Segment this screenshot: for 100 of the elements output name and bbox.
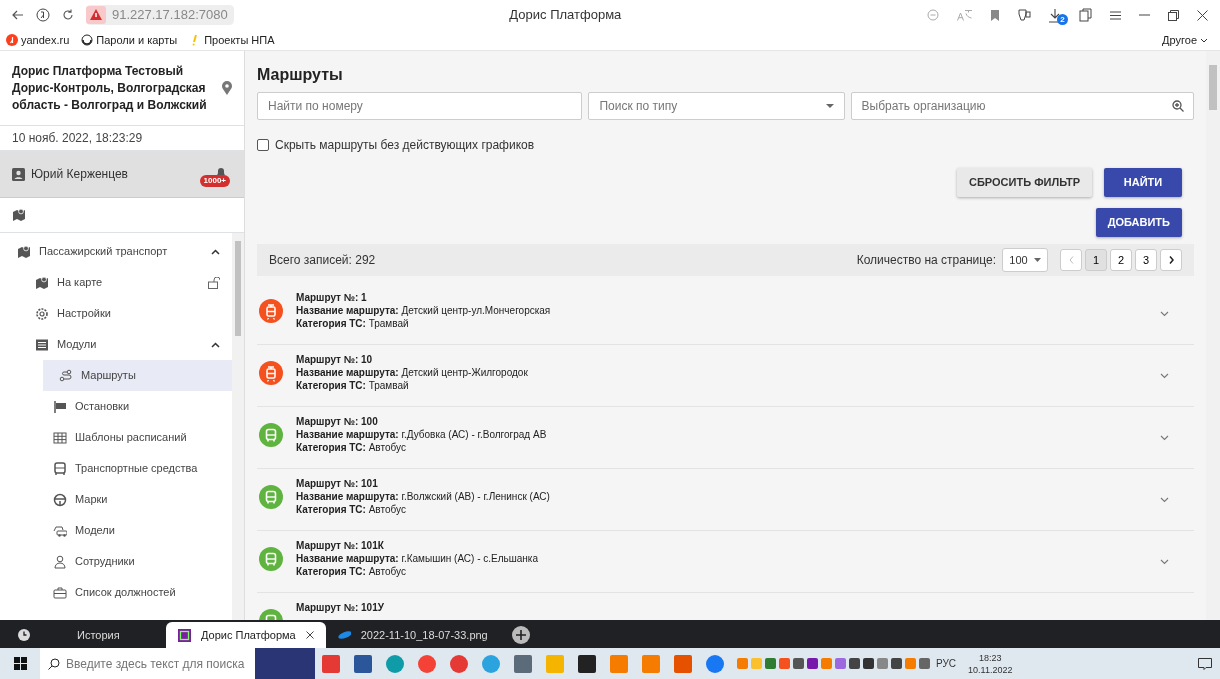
number-search-field[interactable]: Найти по номеру (257, 92, 583, 120)
zoom-in-icon[interactable] (1172, 100, 1184, 112)
bell-icon[interactable] (216, 166, 226, 177)
scrollbar[interactable] (1206, 51, 1220, 620)
route-detail: Название маршрута: г.Волжский (АВ) - г.Ленинск (АС) (296, 490, 551, 503)
chevron-down-icon (1200, 37, 1208, 43)
key-circle-icon (81, 34, 94, 46)
restore-icon[interactable] (1168, 9, 1179, 21)
page-size-label: Количество на странице: (856, 252, 996, 269)
menu-item[interactable]: Маршруты (43, 360, 232, 391)
warning-icon (86, 6, 106, 24)
hide-routes-checkbox[interactable]: Скрыть маршруты без действующих графиков (257, 136, 535, 154)
new-tab-icon[interactable] (511, 626, 530, 644)
menu-item[interactable]: Модели (0, 515, 232, 546)
taskbar-clock[interactable]: 18:23 10.11.2022 (968, 651, 1013, 676)
tray-icon[interactable] (765, 658, 776, 669)
unlocked-lock-icon[interactable] (208, 276, 220, 289)
browser-tab[interactable]: 2022-11-10_18-07-33.png (325, 622, 500, 648)
steering-wheel-icon (53, 492, 67, 507)
reset-filter-button[interactable]: СБРОСИТЬ ФИЛЬТР (957, 168, 1092, 197)
scrollbar[interactable] (232, 233, 244, 620)
vpn-app-icon[interactable] (674, 654, 692, 673)
menu-item[interactable]: Настройки (0, 298, 232, 329)
scrollbar-thumb[interactable] (235, 241, 241, 336)
map-icon[interactable] (12, 208, 26, 222)
menu-icon[interactable] (1110, 10, 1121, 20)
menu-item[interactable]: Модули (0, 329, 232, 360)
app-icon[interactable] (610, 654, 628, 673)
yandex-browser-icon[interactable] (450, 654, 468, 673)
reload-icon[interactable] (62, 9, 74, 21)
browser-tab[interactable]: История (6, 622, 166, 648)
tray-icon[interactable] (863, 658, 874, 669)
user-panel[interactable]: Юрий Керженцев 1000+ (0, 151, 244, 198)
expand-chevron-icon[interactable] (1160, 373, 1169, 379)
next-page-button[interactable] (1160, 249, 1182, 271)
route-detail: Категория ТС: Автобус (296, 441, 407, 454)
tram-icon (259, 361, 283, 385)
add-button[interactable]: ДОБАВИТЬ (1095, 208, 1182, 237)
translate-icon[interactable] (957, 9, 973, 21)
lamp-icon[interactable] (1017, 8, 1031, 22)
yandex-app-icon[interactable] (418, 654, 436, 673)
tray-icon[interactable] (807, 658, 818, 669)
windows-start-icon[interactable] (13, 657, 27, 670)
calculator-app-icon[interactable] (514, 654, 532, 673)
menu-item[interactable]: Шаблоны расписаний (0, 422, 232, 453)
page-size-select[interactable]: 100 (1002, 248, 1048, 272)
page-button[interactable]: 3 (1135, 249, 1157, 271)
chevron-right-icon (1168, 256, 1174, 264)
bookmark-link[interactable]: Пароли и карты (81, 31, 178, 49)
menu-item[interactable]: Пассажирский транспорт (0, 236, 232, 267)
tray-icon[interactable] (891, 658, 902, 669)
type-select[interactable]: Поиск по типу (588, 92, 845, 120)
expand-chevron-icon[interactable] (1160, 497, 1169, 503)
edge-app-icon[interactable] (386, 654, 404, 673)
word-app-icon[interactable] (354, 654, 372, 673)
gauge-app-icon[interactable] (578, 654, 596, 673)
route-detail: Маршрут №: 1 (296, 291, 368, 304)
collections-icon[interactable] (1079, 8, 1092, 22)
tray-icon[interactable] (849, 658, 860, 669)
bookmark-link[interactable]: Проекты НПА (189, 31, 275, 49)
tray-icon[interactable] (919, 658, 930, 669)
expand-chevron-icon[interactable] (1160, 435, 1169, 441)
location-pin-icon[interactable] (222, 81, 232, 95)
browser-tab[interactable]: Дорис Платформа (166, 622, 326, 648)
map-icon (35, 275, 49, 290)
menu-item[interactable]: Остановки (0, 391, 232, 422)
page-button[interactable]: 1 (1085, 249, 1107, 271)
search-icon[interactable] (48, 658, 60, 670)
menu-item[interactable]: Список должностей (0, 577, 232, 608)
page-button[interactable]: 2 (1110, 249, 1132, 271)
menu-item[interactable]: Сотрудники (0, 546, 232, 577)
menu-item[interactable]: Транспортные средства (0, 453, 232, 484)
download-icon[interactable] (1049, 8, 1061, 23)
notifications-icon[interactable] (1198, 657, 1212, 670)
language-indicator[interactable]: РУС (936, 656, 957, 671)
bookmark-icon[interactable] (991, 9, 999, 21)
telegram-app-icon[interactable] (482, 654, 500, 673)
y-logo-icon[interactable] (36, 8, 50, 22)
other-bookmarks-link[interactable]: Другое (1162, 31, 1208, 49)
taskbar-search-field[interactable]: Введите здесь текст для поиска (40, 648, 255, 679)
close-icon[interactable] (305, 631, 314, 639)
bus-icon (259, 423, 283, 447)
menu-item[interactable]: Марки (0, 484, 232, 515)
app-logo-icon (178, 628, 191, 642)
tray-icon[interactable] (793, 658, 804, 669)
close-icon[interactable] (1197, 9, 1208, 21)
target-app-icon[interactable] (322, 654, 340, 673)
scrollbar-thumb[interactable] (1209, 65, 1217, 110)
organization-search-field[interactable]: Выбрать организацию (850, 92, 1194, 120)
rocket-app-icon[interactable] (642, 654, 660, 673)
back-icon[interactable] (12, 9, 24, 21)
expand-chevron-icon[interactable] (1160, 311, 1169, 317)
expand-chevron-icon[interactable] (1160, 559, 1169, 565)
find-button[interactable]: НАЙТИ (1104, 168, 1182, 197)
menu-item[interactable]: На карте (0, 267, 232, 298)
cars-icon (53, 523, 67, 538)
person-icon (53, 554, 67, 569)
facebook-app-icon[interactable] (706, 654, 724, 673)
total-records: Всего записей: 292 (269, 252, 377, 269)
bookmark-link[interactable]: yandex.ru (6, 31, 70, 49)
